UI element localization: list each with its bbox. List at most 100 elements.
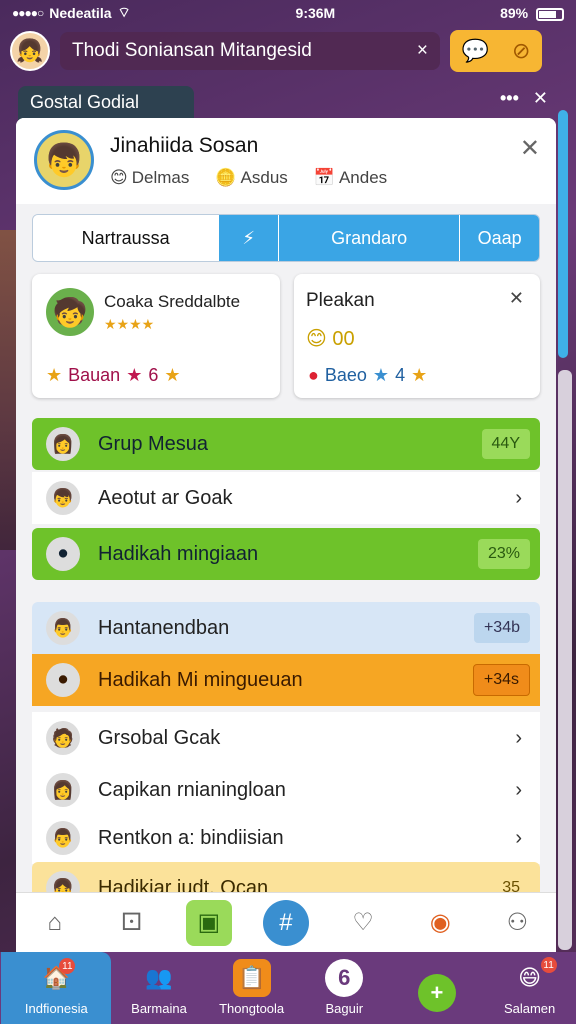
list-item-label: Aeotut ar Goak bbox=[98, 486, 233, 509]
tab-add[interactable]: + bbox=[392, 974, 482, 1016]
more-icon[interactable]: ••• bbox=[500, 88, 519, 109]
notification-badge: 11 bbox=[540, 957, 557, 973]
tab-2[interactable]: ⚡ bbox=[218, 215, 279, 261]
chat-icon[interactable]: 💬 bbox=[462, 38, 489, 64]
carrier-label: Nedeatila bbox=[49, 5, 112, 21]
number-icon: 6 bbox=[325, 959, 364, 997]
search-value: Thodi Soniansan Mitangesid bbox=[72, 40, 312, 61]
close-icon[interactable]: ✕ bbox=[533, 88, 548, 109]
card-footer: Baeo bbox=[324, 365, 367, 385]
emoji-row: 😊 00 bbox=[306, 328, 355, 350]
tab-bar-main: 🏠 11 Indfionesia 👥 Barmaina 📋 Thongtoola… bbox=[0, 952, 576, 1024]
tab-bar: Nartraussa ⚡ Grandaro Oaap bbox=[32, 214, 540, 262]
tab-3[interactable]: Grandaro bbox=[278, 215, 460, 261]
user-icon: 👩 bbox=[46, 773, 80, 807]
card-close-icon[interactable]: ✕ bbox=[509, 288, 524, 309]
scrollbar[interactable] bbox=[558, 110, 568, 358]
window-title: Gostal Godial bbox=[18, 86, 194, 120]
profile-meta-item: 😊 Delmas bbox=[110, 168, 190, 187]
list-item[interactable]: ⚫ Hadikah mingiaan 23% bbox=[32, 528, 540, 580]
list-item-badge: 23% bbox=[477, 539, 530, 569]
list-item[interactable]: ⚫ Hadikah Mi mingueuan +34s bbox=[32, 654, 540, 706]
chevron-right-icon: › bbox=[515, 826, 522, 849]
tab-number[interactable]: 6 Baguir bbox=[299, 959, 389, 1016]
tab-label: Barmaina bbox=[131, 1001, 187, 1016]
coin-icon: 🪙 bbox=[215, 168, 237, 187]
tab-list[interactable]: 📋 Thongtoola bbox=[207, 959, 297, 1016]
avatar[interactable]: 👧 bbox=[10, 31, 50, 71]
battery-percent: 89% bbox=[500, 5, 529, 21]
tab-home[interactable]: 🏠 11 Indfionesia bbox=[1, 952, 112, 1024]
tab-profile[interactable]: 😄 11 Salamen bbox=[485, 957, 575, 1016]
list-item-badge: +34b bbox=[473, 613, 530, 643]
tab-group[interactable]: 👥 Barmaina bbox=[114, 959, 204, 1016]
chevron-right-icon: › bbox=[515, 486, 522, 509]
tab-label: Salamen bbox=[503, 1001, 556, 1016]
list-item-badge: +34s bbox=[472, 664, 530, 696]
app-header: 👧 Thodi Soniansan Mitangesid × 💬 ⊘ bbox=[0, 26, 576, 76]
status-bar: ●●●●○ Nedeatila ⌔ 9:36M 89% bbox=[0, 0, 576, 26]
grid-icon[interactable]: ⚀ bbox=[109, 900, 155, 946]
card-count: 4 bbox=[395, 365, 406, 385]
ball-icon: ⚫ bbox=[46, 537, 80, 571]
user-icon: 👨 bbox=[46, 821, 80, 855]
profile-name: Jinahiida Sosan bbox=[110, 134, 259, 157]
person-icon[interactable]: ⚇ bbox=[494, 900, 540, 946]
list-item[interactable]: 👦 Aeotut ar Goak › bbox=[32, 472, 540, 524]
friend-card[interactable]: Pleakan 😊 00 ✕ ● Baeo ★ 4 ★ bbox=[294, 274, 540, 398]
search-icon[interactable]: ⊘ bbox=[512, 38, 530, 64]
badge-icon: ● bbox=[308, 365, 319, 385]
list-item-label: Grsobal Gcak bbox=[98, 726, 221, 749]
list-item[interactable]: 👨 Rentkon a: bindiisian › bbox=[32, 812, 540, 864]
signal-icon: ●●●●○ bbox=[12, 6, 44, 20]
search-input[interactable]: Thodi Soniansan Mitangesid × bbox=[60, 32, 440, 70]
hash-icon[interactable]: # bbox=[262, 899, 309, 946]
star-icon: ★ bbox=[372, 365, 390, 385]
target-icon[interactable]: ◉ bbox=[417, 900, 463, 946]
profile-avatar[interactable]: 👦 bbox=[34, 130, 94, 190]
friend-card[interactable]: 🧒 Coaka Sreddalbte ★★★★ ★ Bauan ★ 6 ★ bbox=[32, 274, 280, 398]
user-icon: 👨 bbox=[46, 611, 80, 645]
ball-icon: ⚫ bbox=[46, 663, 80, 697]
battery-icon bbox=[536, 7, 564, 21]
card-footer: Bauan bbox=[68, 365, 121, 385]
chevron-right-icon: › bbox=[515, 778, 522, 801]
card-title: Pleakan bbox=[306, 290, 375, 311]
smile-icon: 😊 bbox=[110, 168, 128, 187]
scrollbar-track[interactable] bbox=[558, 370, 572, 950]
list-item-label: Hadikah mingiaan bbox=[98, 542, 259, 565]
list-item[interactable]: 🧑 Grsobal Gcak › bbox=[32, 712, 540, 764]
card-count: 6 bbox=[148, 365, 159, 385]
list-item-label: Hantanendban bbox=[98, 616, 230, 639]
list-item-label: Hadikah Mi mingueuan bbox=[98, 668, 303, 691]
card-title: Coaka Sreddalbte bbox=[104, 291, 241, 311]
group-icon: 👥 bbox=[145, 965, 173, 990]
clear-icon[interactable]: × bbox=[417, 40, 428, 62]
list-item[interactable]: 👩 Grup Mesua 44Y bbox=[32, 418, 540, 470]
user-icon: 🧑 bbox=[46, 721, 80, 755]
list-item[interactable]: 👩 Capikan rnianingloan › bbox=[32, 764, 540, 816]
clock: 9:36M bbox=[295, 5, 336, 21]
chevron-right-icon: › bbox=[515, 726, 522, 749]
tab-4[interactable]: Oaap bbox=[459, 215, 539, 261]
chart-icon[interactable]: ▣ bbox=[185, 899, 232, 946]
calendar-icon: 📅 bbox=[313, 168, 335, 187]
tab-1[interactable]: Nartraussa bbox=[33, 215, 219, 261]
profile-close-icon[interactable]: ✕ bbox=[520, 134, 540, 163]
user-icon: 👦 bbox=[46, 481, 80, 515]
profile-meta: 😊 Delmas 🪙 Asdus 📅 Andes bbox=[110, 168, 387, 188]
window-controls: ••• ✕ bbox=[500, 88, 548, 109]
list-item-badge: 44Y bbox=[481, 429, 530, 459]
star-icon: ★ bbox=[164, 365, 181, 385]
header-actions[interactable]: 💬 ⊘ bbox=[450, 30, 542, 72]
star-icon: ★ bbox=[46, 365, 63, 385]
heart-icon: ★ bbox=[126, 365, 143, 385]
list-item[interactable]: 👨 Hantanendban +34b bbox=[32, 602, 540, 654]
heart-icon[interactable]: ♡ bbox=[340, 900, 386, 946]
tab-label: Thongtoola bbox=[219, 1001, 285, 1016]
home-icon[interactable]: ⌂ bbox=[32, 900, 78, 946]
profile-meta-item: 🪙 Asdus bbox=[215, 168, 288, 187]
list-icon: 📋 bbox=[232, 959, 271, 997]
profile-meta-item: 📅 Andes bbox=[313, 168, 388, 187]
bottom-icon-nav: ⌂ ⚀ ▣ # ♡ ◉ ⚇ bbox=[16, 892, 556, 952]
